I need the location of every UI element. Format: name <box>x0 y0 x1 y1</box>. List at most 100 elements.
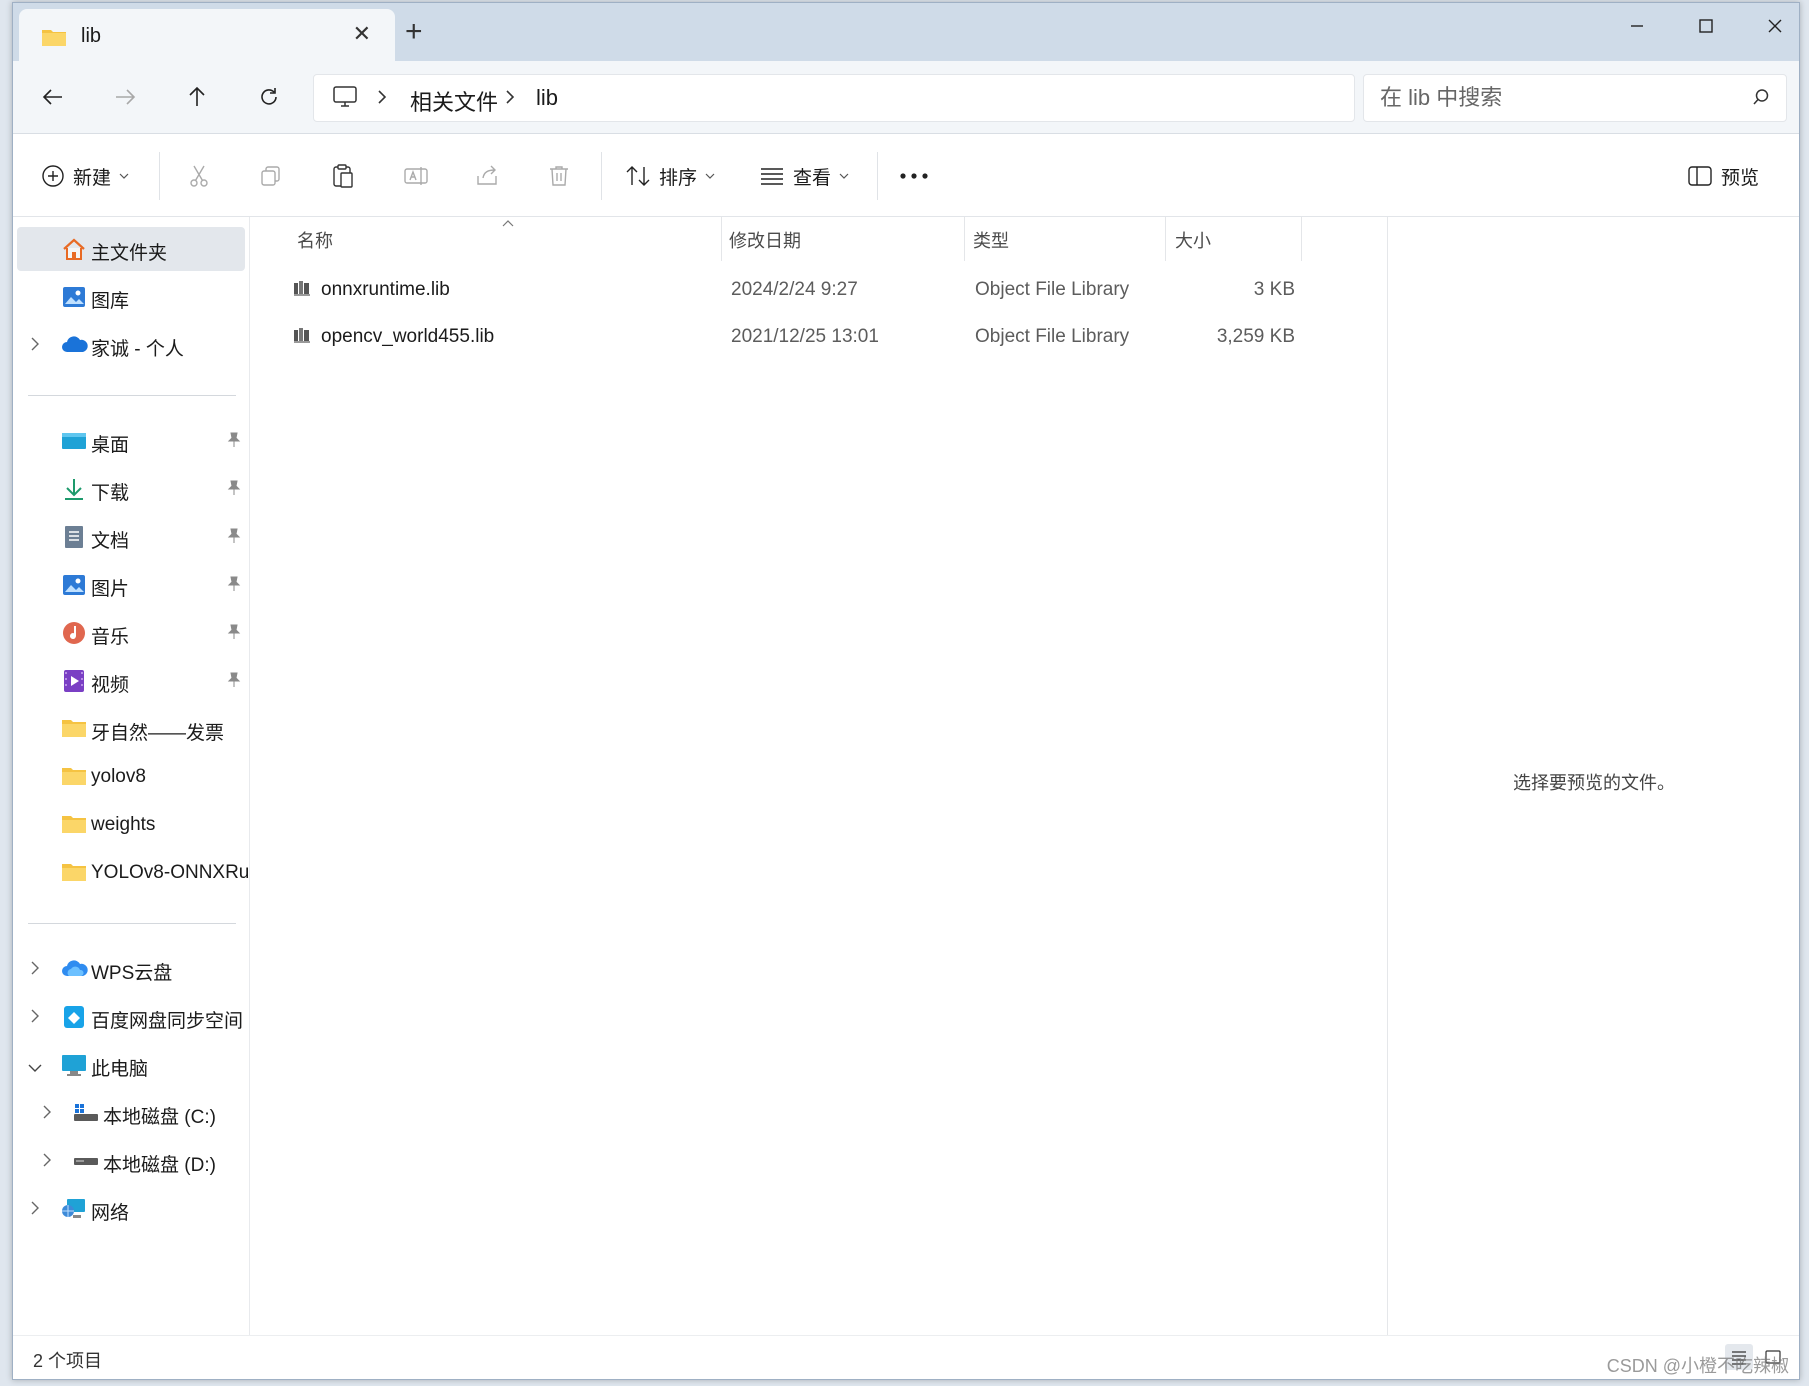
refresh-button[interactable] <box>249 77 289 117</box>
home-icon <box>61 237 87 261</box>
sidebar-item-this-pc[interactable]: 此电脑 <box>13 1043 249 1087</box>
column-divider[interactable] <box>1165 217 1166 261</box>
column-header-row: 名称 修改日期 类型 大小 <box>251 217 1377 261</box>
new-button[interactable]: 新建 <box>41 158 129 194</box>
file-name: onnxruntime.lib <box>321 279 450 300</box>
folder-icon <box>61 765 87 789</box>
sidebar-item-music[interactable]: 音乐 <box>13 611 249 655</box>
maximize-button[interactable] <box>1671 3 1741 49</box>
sidebar-item-label: yolov8 <box>91 766 146 787</box>
forward-button[interactable] <box>105 77 145 117</box>
search-input[interactable] <box>1378 81 1722 115</box>
chevron-down-icon <box>839 173 849 179</box>
tab-close-icon[interactable]: ✕ <box>353 21 371 47</box>
chevron-right-icon[interactable] <box>29 1200 41 1222</box>
sort-button[interactable]: 排序 <box>625 158 715 194</box>
search-icon[interactable] <box>1752 88 1770 111</box>
sidebar-item-label: 桌面 <box>91 435 130 456</box>
file-row[interactable]: onnxruntime.lib 2024/2/24 9:27 Object Fi… <box>251 267 1377 311</box>
folder-icon <box>41 27 67 52</box>
sidebar-item-drive-d[interactable]: 本地磁盘 (D:) <box>13 1139 249 1183</box>
pin-icon[interactable] <box>227 432 241 454</box>
tab-lib[interactable]: lib ✕ <box>19 9 395 61</box>
cut-button[interactable] <box>187 158 211 194</box>
sidebar-item-onedrive[interactable]: 家诚 - 个人 <box>13 323 249 367</box>
chevron-right-icon[interactable] <box>41 1104 53 1126</box>
column-divider[interactable] <box>1301 217 1302 261</box>
column-divider[interactable] <box>721 217 722 261</box>
sidebar-item-downloads[interactable]: 下载 <box>13 467 249 511</box>
refresh-icon <box>261 88 277 105</box>
sidebar-item-drive-c[interactable]: 本地磁盘 (C:) <box>13 1091 249 1135</box>
status-bar: 2 个项目 <box>13 1335 1799 1379</box>
sidebar-item-documents[interactable]: 文档 <box>13 515 249 559</box>
column-header-name[interactable]: 名称 <box>297 227 333 253</box>
sidebar-item-label: 主文件夹 <box>91 243 168 264</box>
rename-icon <box>404 167 428 185</box>
sidebar-item-desktop[interactable]: 桌面 <box>13 419 249 463</box>
new-tab-button[interactable]: + <box>405 17 423 47</box>
sidebar-divider <box>28 395 236 396</box>
chevron-down-icon <box>705 173 715 179</box>
sidebar-item-label: 图片 <box>91 579 130 600</box>
command-bar: 新建 排序 查看 预览 <box>13 134 1799 217</box>
file-row[interactable]: opencv_world455.lib 2021/12/25 13:01 Obj… <box>251 314 1377 358</box>
copy-button[interactable] <box>259 158 283 194</box>
pin-icon[interactable] <box>227 624 241 646</box>
sidebar-item-folder[interactable]: YOLOv8-ONNXRu <box>13 851 249 895</box>
address-bar[interactable]: 相关文件 lib <box>313 74 1355 122</box>
pin-icon[interactable] <box>227 480 241 502</box>
videos-icon <box>61 669 87 693</box>
separator <box>159 152 160 200</box>
share-button[interactable] <box>475 158 499 194</box>
more-options-button[interactable] <box>899 158 929 194</box>
sidebar-item-gallery[interactable]: 图库 <box>13 275 249 319</box>
column-header-size[interactable]: 大小 <box>1175 227 1211 253</box>
folder-icon <box>61 717 87 741</box>
file-size: 3,259 KB <box>1216 326 1295 347</box>
sidebar-item-pictures[interactable]: 图片 <box>13 563 249 607</box>
column-header-date[interactable]: 修改日期 <box>729 227 801 253</box>
sort-icon <box>626 166 650 186</box>
copy-icon <box>261 166 280 186</box>
pin-icon[interactable] <box>227 528 241 550</box>
close-button[interactable] <box>1740 3 1799 49</box>
chevron-down-icon[interactable] <box>27 1058 43 1080</box>
this-pc-icon <box>61 1053 87 1077</box>
up-button[interactable] <box>177 77 217 117</box>
view-button[interactable]: 查看 <box>759 158 849 194</box>
sidebar-item-folder[interactable]: 牙自然——发票 <box>13 707 249 751</box>
documents-icon <box>61 525 87 549</box>
paste-button[interactable] <box>331 158 355 194</box>
navigation-bar: 相关文件 lib <box>13 61 1799 134</box>
chevron-right-icon[interactable] <box>29 1008 41 1030</box>
breadcrumb-item[interactable]: 相关文件 <box>410 85 498 117</box>
sidebar-item-folder[interactable]: yolov8 <box>13 755 249 799</box>
column-header-type[interactable]: 类型 <box>973 227 1009 253</box>
sidebar-item-wps-cloud[interactable]: WPS云盘 <box>13 947 249 991</box>
wps-cloud-icon <box>61 957 88 981</box>
delete-button[interactable] <box>547 158 571 194</box>
this-pc-icon <box>332 85 358 114</box>
chevron-right-icon[interactable] <box>41 1152 53 1174</box>
file-size: 3 KB <box>1253 279 1295 300</box>
breadcrumb-item[interactable]: lib <box>536 85 558 111</box>
pin-icon[interactable] <box>227 576 241 598</box>
sidebar-item-folder[interactable]: weights <box>13 803 249 847</box>
back-button[interactable] <box>33 77 73 117</box>
pin-icon[interactable] <box>227 672 241 694</box>
sidebar-item-label: 此电脑 <box>91 1059 149 1080</box>
chevron-right-icon[interactable] <box>29 336 41 358</box>
sidebar-item-baidu-netdisk[interactable]: 百度网盘同步空间 <box>13 995 249 1039</box>
sidebar-item-network[interactable]: 网络 <box>13 1187 249 1231</box>
rename-button[interactable] <box>403 158 429 194</box>
minimize-button[interactable] <box>1602 3 1672 49</box>
sidebar-item-label: 图库 <box>91 291 130 312</box>
preview-pane-button[interactable]: 预览 <box>1687 158 1759 194</box>
sidebar-item-videos[interactable]: 视频 <box>13 659 249 703</box>
chevron-right-icon[interactable] <box>29 960 41 982</box>
search-box[interactable] <box>1363 74 1787 122</box>
column-divider[interactable] <box>964 217 965 261</box>
sidebar-item-home[interactable]: 主文件夹 <box>17 227 245 271</box>
file-date: 2021/12/25 13:01 <box>731 326 879 347</box>
